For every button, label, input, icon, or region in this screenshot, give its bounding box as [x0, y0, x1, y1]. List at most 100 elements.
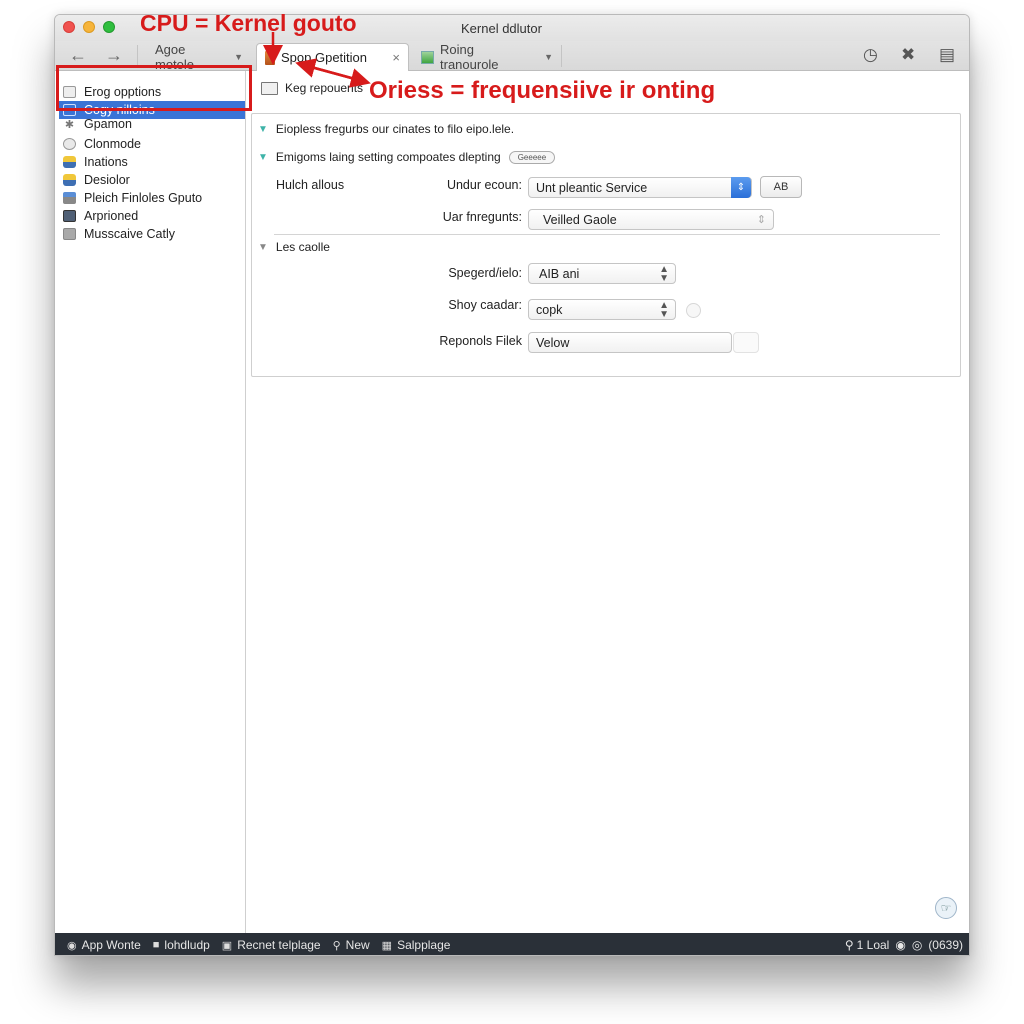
select-value: AIB ani — [539, 266, 580, 281]
sidebar-item-label: Desiolor — [84, 173, 130, 187]
section-label: Emigoms laing setting compoates dlepting — [275, 150, 501, 164]
record-icon[interactable]: ◉ — [895, 938, 905, 952]
sidebar-item-label: Pleich Finloles Gputo — [84, 191, 203, 205]
sidebar-item-label: Clonmode — [84, 137, 141, 151]
statusbar-label: Salpplage — [397, 938, 451, 952]
statusbar-item-lohdludp[interactable]: ■ lohdludp — [153, 938, 210, 952]
sidebar-item-gpamon[interactable]: ✱ Gpamon — [63, 119, 245, 131]
sidebar-item-label: Gpamon — [84, 119, 132, 131]
reponols-filek-extra[interactable] — [733, 332, 759, 353]
clock-download-icon[interactable]: ◷ — [863, 45, 878, 65]
arrow-right-icon[interactable]: → — [105, 45, 123, 66]
toolbar-divider — [137, 45, 138, 67]
app-window: Kernel ddlutor ← → Agoe motole ▼ Spop Gp… — [54, 14, 970, 956]
select-value: copk — [536, 302, 563, 317]
close-window-button[interactable] — [63, 21, 75, 33]
document-icon — [265, 50, 275, 65]
disclosure-triangle-icon[interactable]: ▼ — [258, 124, 268, 135]
sidebar-item-musscaive-catly[interactable]: Musscaive Catly — [63, 225, 245, 243]
sidebar-item-clonmode[interactable]: Clonmode — [63, 135, 245, 153]
folder-icon — [261, 81, 278, 95]
reponols-filek-input[interactable]: Velow — [528, 332, 732, 353]
chevron-down-icon[interactable]: ▼ — [544, 52, 553, 62]
search-count: 1 Loal — [856, 938, 890, 952]
select-stepper-icon: ⇕ — [731, 177, 751, 198]
field-label: Uar fnregunts: — [442, 210, 522, 224]
disclosure-triangle-icon[interactable]: ▼ — [258, 152, 268, 163]
sidebar-item-pleich-finloles-gputo[interactable]: Pleich Finloles Gputo — [63, 189, 245, 207]
sidebar-item-arprioned[interactable]: Arprioned — [63, 207, 245, 225]
minimize-window-button[interactable] — [83, 21, 95, 33]
person-icon — [63, 156, 76, 168]
main-content: Keg repouents ▼ Eiopless fregurbs our ci… — [247, 71, 969, 933]
field-label: Shoy caadar: — [448, 298, 522, 312]
section-divider — [274, 234, 940, 235]
statusbar-item-app-wonte[interactable]: ◉ App Wonte — [67, 938, 141, 952]
tools-icon[interactable]: ✖ — [901, 45, 915, 65]
select-stepper-icon: ▲ ▼ — [659, 300, 669, 320]
statusbar-item-recnet-telplage[interactable]: ▣ Recnet telplage — [222, 938, 321, 952]
option-radio[interactable] — [686, 303, 701, 318]
status-count: (0639) — [928, 938, 963, 952]
close-icon[interactable]: × — [392, 50, 400, 65]
statusbar-item-salpplage[interactable]: ▦ Salpplage — [382, 938, 451, 952]
tab-label: Spop Gpetition — [281, 50, 368, 65]
checked-document-icon — [421, 50, 434, 64]
zoom-window-button[interactable] — [103, 21, 115, 33]
pin-icon: ⚲ — [332, 939, 341, 952]
window-title: Kernel ddlutor — [461, 21, 542, 36]
select-stepper-icon: ⇕ — [756, 214, 766, 226]
status-bar: ◉ App Wonte ■ lohdludp ▣ Recnet telplage… — [55, 933, 969, 955]
uar-fnregunts-select[interactable]: Veilled Gaole ⇕ — [528, 209, 774, 230]
tab-label: Roing tranourole — [440, 42, 499, 72]
pin-icon — [63, 174, 76, 186]
lock-icon: ◉ — [67, 939, 77, 952]
sidebar-item-label: Inations — [84, 155, 128, 169]
group-title: Hulch allous — [276, 178, 345, 192]
undur-ecoun-select[interactable]: Unt pleantic Service ⇕ — [528, 177, 752, 198]
section-badge: Geeeee — [508, 150, 556, 164]
field-label: Spegerd/ielo: — [448, 266, 522, 280]
search-icon[interactable]: ⚲ — [845, 938, 854, 952]
statusbar-label: lohdludp — [164, 938, 210, 952]
statusbar-label: Recnet telplage — [237, 938, 321, 952]
settings-panel: ▼ Eiopless fregurbs our cinates to filo … — [251, 113, 961, 377]
statusbar-label: App Wonte — [81, 938, 141, 952]
disclosure-triangle-icon[interactable]: ▼ — [258, 242, 268, 253]
monitor-icon — [63, 210, 76, 222]
star-icon: ✱ — [64, 119, 75, 131]
sidebar-item-desiolor[interactable]: Desiolor — [63, 171, 245, 189]
statusbar-item-new[interactable]: ⚲ New — [333, 938, 370, 952]
calendar-icon — [63, 228, 76, 240]
sidebar-item-inations[interactable]: Inations — [63, 153, 245, 171]
sidebar: Erog opptions Cogy nilloins ✱ Gpamon Clo… — [55, 71, 246, 933]
grid-icon: ▦ — [381, 939, 393, 952]
section-row[interactable]: ▼ Les caolle — [258, 240, 330, 254]
group-title: Les caolle — [275, 240, 330, 254]
annotation-middle: Oriess = frequensiive ir onting — [369, 77, 716, 104]
content-header-label: Keg repouents — [285, 81, 364, 95]
target-icon[interactable]: ◎ — [912, 938, 922, 952]
circle-icon — [63, 138, 76, 150]
section-row[interactable]: ▼ Emigoms laing setting compoates dlepti… — [258, 150, 556, 164]
help-button[interactable]: ☞ — [935, 897, 957, 919]
shoy-caadar-select[interactable]: copk ▲ ▼ — [528, 299, 676, 320]
tab-spop-gpetition[interactable]: Spop Gpetition × — [256, 43, 409, 71]
input-value: Velow — [536, 335, 570, 350]
select-stepper-icon: ▲ ▼ — [659, 264, 669, 284]
section-row[interactable]: ▼ Eiopless fregurbs our cinates to filo … — [258, 122, 514, 136]
content-header: Keg repouents — [261, 81, 363, 95]
tab-roing-tranourole[interactable]: Roing tranourole ▼ — [413, 42, 561, 72]
annotation-top: CPU = Kernel gouto — [140, 10, 357, 36]
sidebar-item-label: Arprioned — [84, 209, 139, 223]
sidebar-panel-icon[interactable]: ▤ — [939, 45, 955, 65]
toolbar-divider — [561, 45, 562, 67]
ab-button[interactable]: AB — [760, 176, 802, 198]
arrow-left-icon[interactable]: ← — [69, 45, 87, 66]
annotation-highlight-box — [56, 65, 252, 111]
chevron-down-icon[interactable]: ▼ — [234, 52, 243, 62]
spegerd-ielo-select[interactable]: AIB ani ▲ ▼ — [528, 263, 676, 284]
stack-icon: ▣ — [221, 939, 233, 952]
field-label: Undur ecoun: — [446, 178, 522, 192]
stand-icon — [63, 192, 76, 204]
